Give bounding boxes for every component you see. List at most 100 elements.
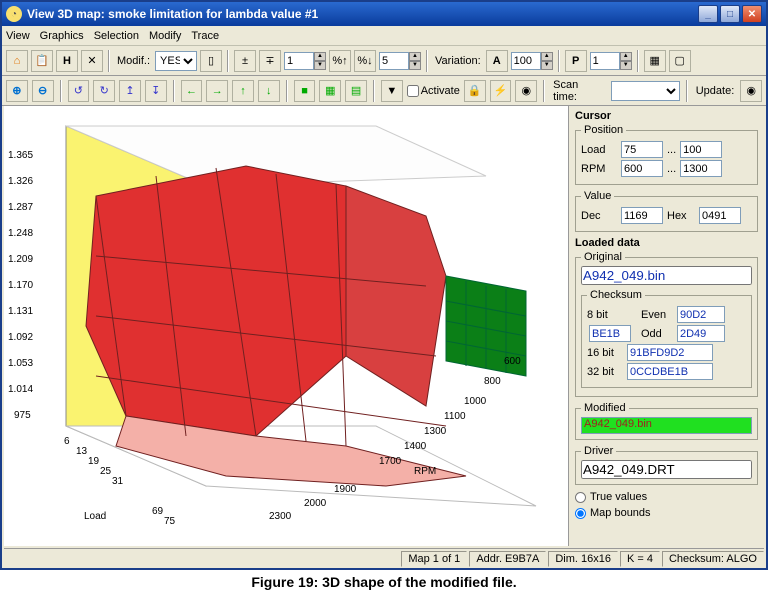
driver-group: Driver (575, 445, 758, 485)
activate-checkbox[interactable]: Activate (407, 85, 460, 97)
original-file[interactable] (581, 266, 752, 285)
map-bounds-radio[interactable]: Map bounds (575, 507, 758, 519)
percent-plus-icon[interactable]: %↑ (329, 50, 351, 72)
var-a-spin[interactable]: ▲▼ (511, 52, 553, 70)
checksum-32bit (627, 363, 713, 380)
filter-icon[interactable]: ▼ (381, 80, 403, 102)
menu-graphics[interactable]: Graphics (40, 30, 84, 42)
y-axis-label: RPM (414, 466, 436, 477)
checksum-8bit (589, 325, 631, 342)
true-values-radio[interactable]: True values (575, 491, 758, 503)
menu-modify[interactable]: Modify (149, 30, 181, 42)
grid-on-icon[interactable]: ▦ (644, 50, 666, 72)
step-spin-2[interactable]: ▲▼ (379, 52, 421, 70)
y-tick: 600 (504, 356, 521, 367)
fill-lines-icon[interactable]: ▤ (345, 80, 367, 102)
hex-label: Hex (667, 210, 695, 222)
var-p-icon[interactable]: P (565, 50, 587, 72)
cursor-title: Cursor (575, 110, 758, 122)
y-tick: 1700 (379, 456, 401, 467)
y-tick: 1300 (424, 426, 446, 437)
update-label: Update: (694, 85, 737, 97)
scantime-select[interactable] (611, 81, 680, 101)
z-tick: 1.248 (8, 228, 33, 239)
original-group: Original Checksum 8 bit Even Odd (575, 251, 758, 397)
status-addr: Addr. E9B7A (469, 551, 546, 567)
z-tick: 1.053 (8, 358, 33, 369)
value-group: Value Dec Hex (575, 190, 758, 232)
menu-view[interactable]: View (6, 30, 30, 42)
copy-icon[interactable]: 📋 (31, 50, 53, 72)
update-icon[interactable]: ◉ (740, 80, 762, 102)
rotate-cw-icon[interactable]: ↻ (93, 80, 115, 102)
checksum-odd (677, 325, 725, 342)
window-title: View 3D map: smoke limitation for lambda… (27, 7, 698, 21)
tilt-up-icon[interactable]: ↥ (119, 80, 141, 102)
driver-file[interactable] (581, 460, 752, 479)
rpm-to[interactable] (680, 160, 722, 177)
y-tick: 2300 (269, 511, 291, 522)
x-tick: 19 (88, 456, 99, 467)
load-to[interactable] (680, 141, 722, 158)
y-tick: 1100 (444, 411, 466, 422)
toolbar-main: ⌂ 📋 H ✕ Modif.: YES ▯ ± ∓ ▲▼ %↑ %↓ ▲▼ Va… (2, 46, 766, 76)
zoom-out-icon[interactable]: ⊖ (32, 80, 54, 102)
modified-file[interactable]: A942_049.bin (581, 417, 752, 434)
var-p-spin[interactable]: ▲▼ (590, 52, 632, 70)
x-tick: 69 (152, 506, 163, 517)
fill-solid-icon[interactable]: ■ (294, 80, 316, 102)
flash-icon[interactable]: ⚡ (490, 80, 512, 102)
titlebar: ◔ View 3D map: smoke limitation for lamb… (2, 2, 766, 26)
tilt-down-icon[interactable]: ↧ (145, 80, 167, 102)
menu-trace[interactable]: Trace (191, 30, 219, 42)
step-minus-icon[interactable]: ∓ (259, 50, 281, 72)
lock-icon[interactable]: 🔒 (464, 80, 486, 102)
load-from[interactable] (621, 141, 663, 158)
scantime-label: Scan time: (551, 79, 606, 103)
close-button[interactable]: ✕ (742, 5, 762, 23)
record-icon[interactable]: ◉ (515, 80, 537, 102)
minimize-button[interactable]: _ (698, 5, 718, 23)
menu-selection[interactable]: Selection (94, 30, 139, 42)
step-plus-icon[interactable]: ± (234, 50, 256, 72)
rotate-ccw-icon[interactable]: ↺ (68, 80, 90, 102)
zoom-in-icon[interactable]: ⊕ (6, 80, 28, 102)
modified-group: Modified A942_049.bin (575, 402, 758, 440)
var-a-icon[interactable]: A (486, 50, 508, 72)
dec-label: Dec (581, 210, 617, 222)
maximize-button[interactable]: □ (720, 5, 740, 23)
hex-value[interactable] (699, 207, 741, 224)
y-tick: 2000 (304, 498, 326, 509)
pan-up-icon[interactable]: ↑ (232, 80, 254, 102)
z-tick: 1.365 (8, 150, 33, 161)
modif-select[interactable]: YES (155, 51, 197, 71)
y-tick: 800 (484, 376, 501, 387)
percent-minus-icon[interactable]: %↓ (354, 50, 376, 72)
map-0-icon[interactable]: ▯ (200, 50, 222, 72)
y-tick: 1900 (334, 484, 356, 495)
statusbar: Map 1 of 1 Addr. E9B7A Dim. 16x16 K = 4 … (4, 548, 764, 568)
z-tick: 1.131 (8, 306, 33, 317)
z-tick: 975 (14, 410, 31, 421)
z-tick: 1.092 (8, 332, 33, 343)
fill-wire-icon[interactable]: ▦ (319, 80, 341, 102)
dec-value[interactable] (621, 207, 663, 224)
step-spin-1[interactable]: ▲▼ (284, 52, 326, 70)
home-icon[interactable]: ⌂ (6, 50, 28, 72)
toggle-h-icon[interactable]: H (56, 50, 78, 72)
loaded-title: Loaded data (575, 237, 758, 249)
app-icon: ◔ (6, 6, 22, 22)
y-tick: 1400 (404, 441, 426, 452)
pan-right-icon[interactable]: → (206, 80, 228, 102)
grid-off-icon[interactable]: ▢ (669, 50, 691, 72)
pan-down-icon[interactable]: ↓ (258, 80, 280, 102)
app-window: ◔ View 3D map: smoke limitation for lamb… (0, 0, 768, 570)
x-tick: 25 (100, 466, 111, 477)
rpm-from[interactable] (621, 160, 663, 177)
x-tick: 6 (64, 436, 70, 447)
plot-3d[interactable]: 1.365 1.326 1.287 1.248 1.209 1.170 1.13… (4, 106, 568, 546)
checksum-even (677, 306, 725, 323)
toggle-axis-icon[interactable]: ✕ (81, 50, 103, 72)
status-k: K = 4 (620, 551, 660, 567)
pan-left-icon[interactable]: ← (181, 80, 203, 102)
